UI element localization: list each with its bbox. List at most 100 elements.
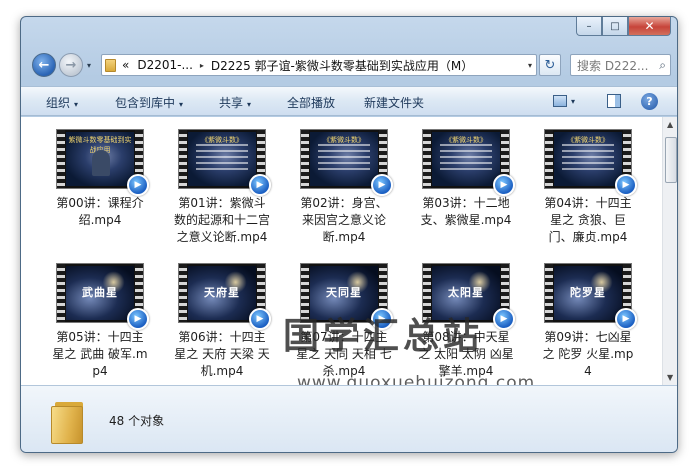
breadcrumb-current[interactable]: D2225 郭子谊-紫微斗数零基础到实战应用（M） <box>211 57 473 74</box>
media-player-icon: ▶ <box>127 308 149 330</box>
file-tile[interactable]: 武曲星 ▶ 第05讲：十四主星之 武曲 破军.mp4 <box>45 263 155 380</box>
file-tile[interactable]: 《紫微斗数》 ▶ 第02讲：身宫、来因宫之意义论断.mp4 <box>289 129 399 246</box>
file-name[interactable]: 第09讲：七凶星之 陀罗 火星.mp4 <box>533 329 643 380</box>
refresh-button[interactable]: ↻ <box>539 54 561 76</box>
include-library-label: 包含到库中 <box>115 96 176 110</box>
file-name[interactable]: 第01讲：紫微斗数的起源和十二宫之意义论断.mp4 <box>167 195 277 246</box>
video-frame: 武曲星 <box>66 266 134 320</box>
recent-pages-dropdown[interactable]: ▾ <box>87 61 91 70</box>
breadcrumb-overflow[interactable]: « <box>122 58 129 72</box>
navigation-bar: ← → ▾ « D2201-... ▸ D2225 郭子谊-紫微斗数零基础到实战… <box>21 49 677 79</box>
thumbnail-text-lines <box>440 144 492 174</box>
close-button[interactable]: ✕ <box>628 17 671 36</box>
file-tile[interactable]: 紫微斗数零基础到实战应用▶第00讲：课程介绍.mp4 <box>45 129 155 229</box>
watermark-text: 国学汇总站 <box>283 316 484 357</box>
video-thumbnail: 武曲星 ▶ <box>56 263 149 330</box>
file-tile[interactable]: 天府星 ▶ 第06讲：十四主星之 天府 天梁 天机.mp4 <box>167 263 277 380</box>
film-strip-edge <box>57 264 65 322</box>
caption-buttons: – □ ✕ <box>576 17 671 37</box>
file-tile[interactable]: 《紫微斗数》 ▶ 第04讲：十四主星之 贪狼、巨门、廉贞.mp4 <box>533 129 643 246</box>
file-name[interactable]: 第00讲：课程介绍.mp4 <box>45 195 155 229</box>
thumbnail-star-name: 武曲星 <box>82 286 118 299</box>
file-tile[interactable]: 《紫微斗数》 ▶ 第03讲：十二地支、紫微星.mp4 <box>411 129 521 229</box>
video-frame: 《紫微斗数》 <box>554 132 622 186</box>
search-input[interactable]: 搜索 D222... ⌕ <box>570 54 671 76</box>
share-label: 共享 <box>219 96 244 110</box>
media-player-icon: ▶ <box>127 174 149 196</box>
minimize-button[interactable]: – <box>576 17 602 36</box>
explorer-window: – □ ✕ ← → ▾ « D2201-... ▸ D2225 郭子谊-紫微斗数… <box>20 16 678 453</box>
video-thumbnail: 紫微斗数零基础到实战应用▶ <box>56 129 149 196</box>
search-placeholder: 搜索 D222... <box>577 58 649 73</box>
breadcrumb-parent[interactable]: D2201-... <box>137 58 193 72</box>
video-thumbnail: 《紫微斗数》 ▶ <box>544 129 637 196</box>
media-player-icon: ▶ <box>249 174 271 196</box>
watermark-url: www.guoxuehuizong.com <box>297 373 536 385</box>
media-player-icon: ▶ <box>249 308 271 330</box>
refresh-icon: ↻ <box>544 57 556 73</box>
play-all-button[interactable]: 全部播放 <box>287 94 335 111</box>
file-name[interactable]: 第03讲：十二地支、紫微星.mp4 <box>411 195 521 229</box>
video-frame: 《紫微斗数》 <box>310 132 378 186</box>
breadcrumb-separator-icon[interactable]: ▸ <box>200 61 204 70</box>
help-icon: ? <box>641 92 658 110</box>
media-player-icon: ▶ <box>615 174 637 196</box>
video-thumbnail: 《紫微斗数》 ▶ <box>422 129 515 196</box>
video-frame: 《紫微斗数》 <box>432 132 500 186</box>
thumbnail-star-name: 天同星 <box>326 286 362 299</box>
video-frame: 《紫微斗数》 <box>188 132 256 186</box>
video-thumbnail: 天府星 ▶ <box>178 263 271 330</box>
presenter-figure <box>92 150 110 176</box>
file-name[interactable]: 第05讲：十四主星之 武曲 破军.mp4 <box>45 329 155 380</box>
scroll-up-icon[interactable]: ▲ <box>667 120 673 129</box>
preview-pane-button[interactable] <box>607 93 621 109</box>
film-strip-edge <box>57 130 65 188</box>
video-frame: 天府星 <box>188 266 256 320</box>
organize-menu[interactable]: 组织 ▾ <box>46 94 78 111</box>
thumbnail-text-lines <box>562 144 614 174</box>
address-bar[interactable]: « D2201-... ▸ D2225 郭子谊-紫微斗数零基础到实战应用（M） … <box>101 54 537 76</box>
thumbnail-star-name: 太阳星 <box>448 286 484 299</box>
file-name[interactable]: 第04讲：十四主星之 贪狼、巨门、廉贞.mp4 <box>533 195 643 246</box>
view-icon <box>553 95 567 107</box>
chevron-down-icon: ▾ <box>179 100 184 109</box>
maximize-button[interactable]: □ <box>602 17 628 36</box>
back-button[interactable]: ← <box>32 53 56 77</box>
chevron-down-icon: ▾ <box>74 100 79 109</box>
file-name[interactable]: 第02讲：身宫、来因宫之意义论断.mp4 <box>289 195 399 246</box>
video-thumbnail: 《紫微斗数》 ▶ <box>300 129 393 196</box>
media-player-icon: ▶ <box>493 308 515 330</box>
scroll-down-icon[interactable]: ▼ <box>667 373 673 382</box>
file-list[interactable]: 紫微斗数零基础到实战应用▶第00讲：课程介绍.mp4《紫微斗数》▶第01讲：紫微… <box>21 117 677 385</box>
video-frame: 紫微斗数零基础到实战应用 <box>66 132 134 186</box>
thumbnail-star-name: 陀罗星 <box>570 286 606 299</box>
chevron-down-icon: ▾ <box>247 100 252 109</box>
video-thumbnail: 《紫微斗数》 ▶ <box>178 129 271 196</box>
command-bar: 组织 ▾ 包含到库中 ▾ 共享 ▾ 全部播放 新建文件夹 ▾ ? <box>21 86 677 116</box>
file-tile[interactable]: 陀罗星 ▶ 第09讲：七凶星之 陀罗 火星.mp4 <box>533 263 643 380</box>
scrollbar-thumb[interactable] <box>665 137 677 183</box>
film-strip-edge <box>545 130 553 188</box>
file-name[interactable]: 第06讲：十四主星之 天府 天梁 天机.mp4 <box>167 329 277 380</box>
search-icon[interactable]: ⌕ <box>659 58 666 73</box>
film-strip-edge <box>423 130 431 188</box>
help-button[interactable]: ? <box>641 92 658 110</box>
file-tile[interactable]: 《紫微斗数》 ▶ 第01讲：紫微斗数的起源和十二宫之意义论断.mp4 <box>167 129 277 246</box>
organize-label: 组织 <box>46 96 71 110</box>
include-in-library-menu[interactable]: 包含到库中 ▾ <box>115 94 183 111</box>
video-frame: 陀罗星 <box>554 266 622 320</box>
forward-button[interactable]: → <box>59 53 83 77</box>
change-view-button[interactable]: ▾ <box>553 93 575 109</box>
details-pane: 48 个对象 <box>21 385 677 452</box>
chevron-down-icon: ▾ <box>571 96 576 106</box>
film-strip-edge <box>301 130 309 188</box>
share-menu[interactable]: 共享 ▾ <box>219 94 251 111</box>
new-folder-button[interactable]: 新建文件夹 <box>364 94 424 111</box>
address-dropdown-icon[interactable]: ▾ <box>528 61 532 70</box>
media-player-icon: ▶ <box>493 174 515 196</box>
media-player-icon: ▶ <box>371 174 393 196</box>
thumbnail-star-name: 天府星 <box>204 286 240 299</box>
vertical-scrollbar[interactable]: ▲ ▼ <box>662 117 677 385</box>
media-player-icon: ▶ <box>615 308 637 330</box>
video-thumbnail: 陀罗星 ▶ <box>544 263 637 330</box>
